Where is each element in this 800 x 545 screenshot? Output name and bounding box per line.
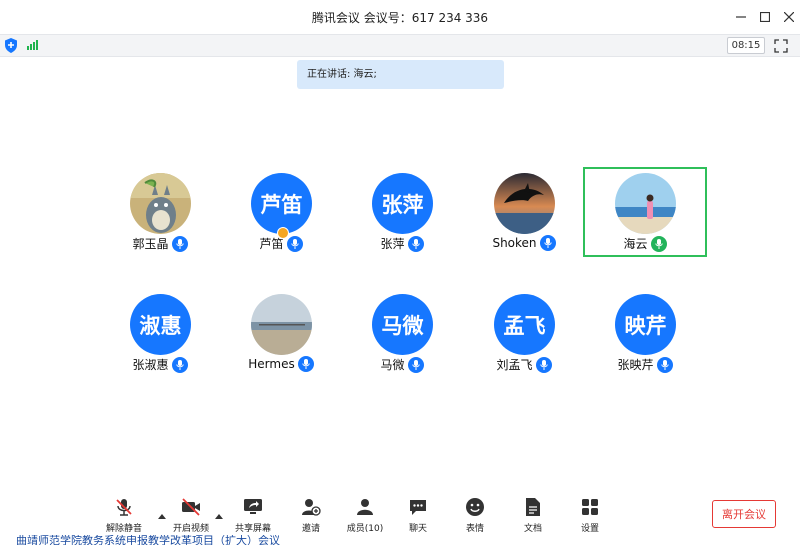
avatar bbox=[615, 173, 676, 234]
participant-tile[interactable]: 映芹 张映芹 bbox=[583, 289, 707, 379]
participant-name: 马微 bbox=[380, 358, 405, 372]
microphone-icon bbox=[535, 356, 552, 373]
members-button[interactable]: 成员(10) bbox=[342, 496, 388, 534]
avatar: 映芹 bbox=[615, 294, 676, 355]
members-icon bbox=[354, 496, 376, 518]
meeting-timer: 08:15 bbox=[727, 37, 765, 54]
fullscreen-icon[interactable] bbox=[774, 38, 788, 53]
participant-name: 张淑惠 bbox=[132, 358, 169, 372]
microphone-muted-icon bbox=[113, 496, 135, 518]
participant-name: Hermes bbox=[248, 357, 295, 371]
leave-meeting-button[interactable]: 离开会议 bbox=[712, 500, 776, 528]
avatar: 淑惠 bbox=[130, 294, 191, 355]
avatar: 芦笛 bbox=[251, 173, 312, 234]
audio-options-caret-icon[interactable] bbox=[158, 506, 166, 519]
start-video-button[interactable]: 开启视频 bbox=[168, 496, 214, 534]
avatar: 张萍 bbox=[372, 173, 433, 234]
microphone-speaking-icon bbox=[650, 235, 667, 252]
beach-photo bbox=[615, 173, 676, 234]
microphone-icon bbox=[656, 356, 673, 373]
avatar: 马微 bbox=[372, 294, 433, 355]
add-user-icon bbox=[300, 496, 322, 518]
maximize-icon[interactable] bbox=[754, 6, 776, 28]
seaside-photo bbox=[251, 294, 312, 355]
share-screen-button[interactable]: 共享屏幕 bbox=[230, 496, 276, 534]
participant-name: 郭玉晶 bbox=[132, 237, 169, 251]
participant-tile[interactable]: 孟飞 刘孟飞 bbox=[462, 289, 586, 379]
microphone-icon bbox=[171, 235, 188, 252]
chat-button[interactable]: 聊天 bbox=[395, 496, 441, 534]
participant-name: 刘孟飞 bbox=[496, 358, 533, 372]
microphone-icon bbox=[297, 356, 314, 372]
avatar bbox=[130, 173, 191, 234]
video-options-caret-icon[interactable] bbox=[215, 506, 223, 519]
unmute-button[interactable]: 解除静音 bbox=[101, 496, 147, 534]
minimize-icon[interactable] bbox=[730, 6, 752, 28]
avatar: 孟飞 bbox=[494, 294, 555, 355]
participant-name: 张萍 bbox=[380, 237, 405, 251]
microphone-icon bbox=[171, 356, 188, 373]
video-camera-off-icon bbox=[180, 496, 202, 518]
participant-tile[interactable]: 马微 马微 bbox=[340, 289, 464, 379]
meeting-toolbar: 解除静音 开启视频 共享屏幕 邀请 成员(10) 聊天 表情 文档 设置 bbox=[0, 490, 800, 535]
avatar bbox=[494, 173, 555, 234]
window-title: 腾讯会议 会议号：617 234 336 bbox=[311, 11, 489, 25]
speaking-banner: 正在讲话: 海云; bbox=[297, 60, 504, 89]
share-screen-icon bbox=[242, 496, 264, 518]
emoji-icon bbox=[464, 496, 486, 518]
title-bar: 腾讯会议 会议号：617 234 336 bbox=[0, 0, 800, 34]
participant-name: Shoken bbox=[492, 236, 537, 250]
participant-tile[interactable]: Shoken bbox=[462, 168, 586, 258]
microphone-icon bbox=[407, 235, 424, 252]
participant-tile[interactable]: 郭玉晶 bbox=[98, 168, 222, 258]
microphone-icon bbox=[286, 235, 303, 252]
status-bar: 08:15 bbox=[0, 34, 800, 57]
signal-icon[interactable] bbox=[27, 40, 38, 50]
participant-name: 张映芹 bbox=[617, 358, 654, 372]
participant-tile[interactable]: 芦笛 芦笛 bbox=[219, 168, 343, 258]
settings-button[interactable]: 设置 bbox=[567, 496, 613, 534]
dolphin-sunset-photo bbox=[494, 173, 555, 234]
invite-button[interactable]: 邀请 bbox=[288, 496, 334, 534]
participant-tile-active[interactable]: 海云 bbox=[583, 167, 707, 257]
close-icon[interactable] bbox=[778, 6, 800, 28]
microphone-icon bbox=[407, 356, 424, 373]
settings-grid-icon bbox=[579, 496, 601, 518]
participant-name: 海云 bbox=[623, 237, 648, 251]
totoro-photo bbox=[130, 173, 191, 234]
microphone-icon bbox=[539, 235, 556, 251]
background-window-strip: 曲靖师范学院教务系统申报教学改革项目（扩大）会议 bbox=[0, 535, 800, 545]
reactions-button[interactable]: 表情 bbox=[452, 496, 498, 534]
document-icon bbox=[522, 496, 544, 518]
avatar bbox=[251, 294, 312, 355]
documents-button[interactable]: 文档 bbox=[510, 496, 556, 534]
shield-icon[interactable] bbox=[4, 38, 18, 57]
participant-tile[interactable]: 张萍 张萍 bbox=[340, 168, 464, 258]
participant-tile[interactable]: 淑惠 张淑惠 bbox=[98, 289, 222, 379]
participant-tile[interactable]: Hermes bbox=[219, 289, 343, 379]
background-document-title: 曲靖师范学院教务系统申报教学改革项目（扩大）会议 bbox=[16, 535, 280, 545]
participant-name: 芦笛 bbox=[259, 237, 284, 251]
chat-icon bbox=[407, 496, 429, 518]
